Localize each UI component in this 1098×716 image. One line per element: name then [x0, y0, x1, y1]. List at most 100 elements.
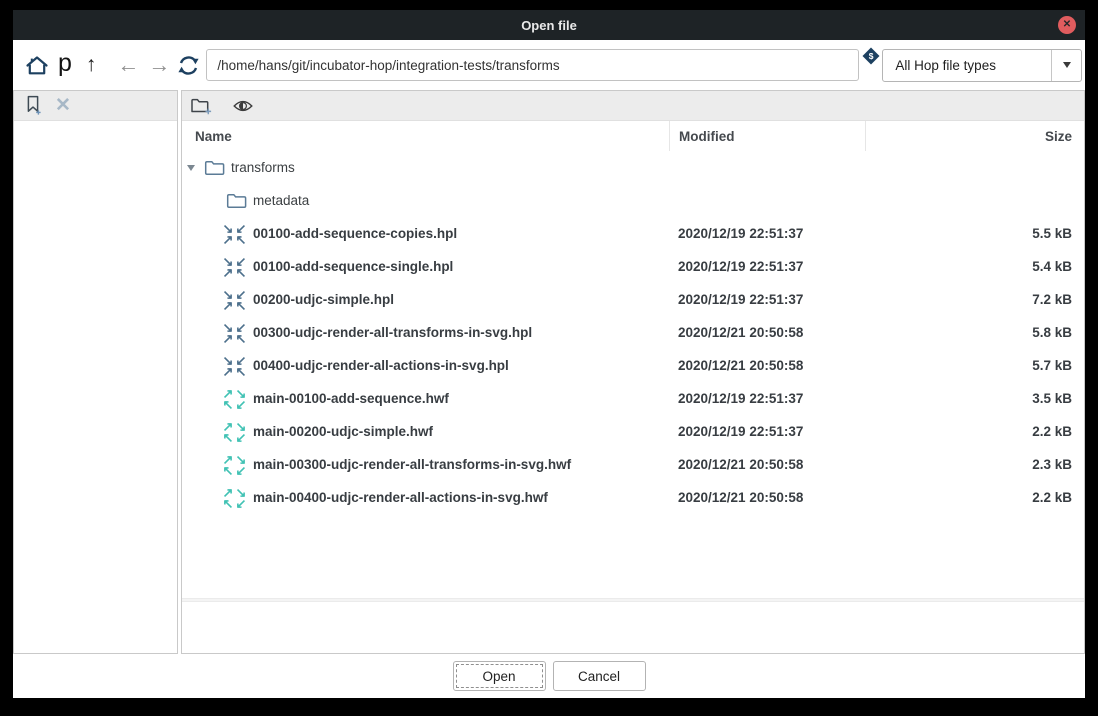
home-icon[interactable]: [25, 55, 49, 76]
file-row[interactable]: ↗↘↖↙ main-00100-add-sequence.hwf 2020/12/1…: [182, 382, 1084, 415]
pipeline-icon: ↘↙↗↖: [221, 289, 247, 311]
column-header-name[interactable]: Name: [182, 121, 669, 151]
pipeline-icon: ↘↙↗↖: [221, 223, 247, 245]
new-folder-icon[interactable]: [190, 96, 213, 116]
close-button[interactable]: ✕: [1058, 16, 1076, 34]
refresh-icon[interactable]: [176, 53, 201, 78]
file-row[interactable]: metadata: [182, 184, 1084, 217]
back-icon[interactable]: ←: [117, 52, 139, 78]
file-modified: 2020/12/19 22:51:37: [669, 292, 865, 307]
dialog-footer: Open Cancel: [13, 654, 1085, 698]
file-size: 7.2 kB: [865, 292, 1084, 307]
file-name: 00200-udjc-simple.hpl: [253, 292, 394, 307]
name-cell: ↗↘↖↙ main-00400-udjc-render-all-actions-i…: [182, 487, 669, 509]
file-modified: 2020/12/21 20:50:58: [669, 457, 865, 472]
open-file-dialog: Open file ✕ p ↑ ← → $: [13, 10, 1085, 698]
name-cell: ↗↘↖↙ main-00200-udjc-simple.hwf: [182, 421, 669, 443]
workflow-icon: ↗↘↖↙: [221, 487, 247, 509]
folder-icon: [204, 159, 225, 176]
chevron-down-icon: [1063, 62, 1071, 68]
name-cell: transforms: [182, 159, 669, 176]
workflow-icon: ↗↘↖↙: [221, 388, 247, 410]
close-icon: ✕: [1063, 20, 1071, 30]
workflow-icon: ↗↘↖↙: [221, 421, 247, 443]
name-cell: ↘↙↗↖ 00400-udjc-render-all-actions-in-svg…: [182, 355, 669, 377]
file-modified: 2020/12/19 22:51:37: [669, 391, 865, 406]
add-bookmark-icon[interactable]: [26, 95, 42, 116]
path-input[interactable]: [206, 49, 859, 81]
project-home-icon[interactable]: p: [58, 49, 72, 78]
name-cell: ↗↘↖↙ main-00100-add-sequence.hwf: [182, 388, 669, 410]
file-row[interactable]: ↘↙↗↖ 00300-udjc-render-all-transforms-in-…: [182, 316, 1084, 349]
file-row[interactable]: ↘↙↗↖ 00400-udjc-render-all-actions-in-svg…: [182, 349, 1084, 382]
folder-icon: [226, 192, 247, 209]
bookmarks-toolbar: ✕: [14, 91, 177, 121]
pipeline-icon: ↘↙↗↖: [221, 355, 247, 377]
titlebar: Open file ✕: [13, 10, 1085, 40]
file-modified: 2020/12/19 22:51:37: [669, 424, 865, 439]
file-name: 00400-udjc-render-all-actions-in-svg.hpl: [253, 358, 509, 373]
name-cell: ↘↙↗↖ 00300-udjc-render-all-transforms-in-…: [182, 322, 669, 344]
file-modified: 2020/12/19 22:51:37: [669, 259, 865, 274]
dropdown-arrow-button[interactable]: [1051, 50, 1081, 81]
file-row[interactable]: ↗↘↖↙ main-00300-udjc-render-all-transform…: [182, 448, 1084, 481]
expander-icon[interactable]: [187, 165, 195, 175]
name-cell: ↘↙↗↖ 00200-udjc-simple.hpl: [182, 289, 669, 311]
dialog-body: ✕: [13, 90, 1085, 654]
file-name: 00100-add-sequence-single.hpl: [253, 259, 453, 274]
file-name: main-00100-add-sequence.hwf: [253, 391, 449, 406]
file-type-selected: All Hop file types: [883, 50, 1051, 81]
file-name: main-00200-udjc-simple.hwf: [253, 424, 433, 439]
file-row[interactable]: ↗↘↖↙ main-00400-udjc-render-all-actions-i…: [182, 481, 1084, 514]
file-name: 00300-udjc-render-all-transforms-in-svg.…: [253, 325, 532, 340]
file-size: 5.8 kB: [865, 325, 1084, 340]
name-cell: metadata: [182, 192, 669, 209]
file-size: 2.2 kB: [865, 490, 1084, 505]
file-name: metadata: [253, 193, 309, 208]
column-headers: Name Modified Size: [182, 121, 1084, 151]
navigation-toolbar: p ↑ ← → $ All Hop file types: [13, 40, 1085, 90]
open-button[interactable]: Open: [453, 661, 546, 691]
name-cell: ↗↘↖↙ main-00300-udjc-render-all-transform…: [182, 454, 669, 476]
workflow-icon: ↗↘↖↙: [221, 454, 247, 476]
file-size: 3.5 kB: [865, 391, 1084, 406]
file-type-dropdown[interactable]: All Hop file types: [882, 49, 1082, 82]
file-size: 5.7 kB: [865, 358, 1084, 373]
file-modified: 2020/12/21 20:50:58: [669, 325, 865, 340]
file-row[interactable]: ↘↙↗↖ 00100-add-sequence-single.hpl 2020/12…: [182, 250, 1084, 283]
file-modified: 2020/12/21 20:50:58: [669, 490, 865, 505]
up-directory-icon[interactable]: ↑: [86, 53, 97, 77]
remove-bookmark-icon[interactable]: ✕: [55, 96, 71, 115]
forward-icon[interactable]: →: [148, 52, 170, 78]
cancel-button[interactable]: Cancel: [553, 661, 646, 691]
file-name: 00100-add-sequence-copies.hpl: [253, 226, 457, 241]
file-name: main-00300-udjc-render-all-transforms-in…: [253, 457, 571, 472]
file-row[interactable]: transforms: [182, 151, 1084, 184]
pipeline-icon: ↘↙↗↖: [221, 256, 247, 278]
file-size: 2.2 kB: [865, 424, 1084, 439]
column-header-modified[interactable]: Modified: [669, 121, 865, 151]
show-hidden-files-icon[interactable]: [233, 99, 253, 113]
column-header-size[interactable]: Size: [865, 121, 1084, 151]
bookmarks-panel: ✕: [13, 90, 178, 654]
window-title: Open file: [521, 18, 577, 33]
file-name: main-00400-udjc-render-all-actions-in-sv…: [253, 490, 548, 505]
file-modified: 2020/12/21 20:50:58: [669, 358, 865, 373]
panel-divider: [182, 598, 1084, 602]
file-rows: transforms metadata ↘↙↗↖ 00100-add-sequence…: [182, 151, 1084, 514]
variable-icon: $: [863, 48, 880, 65]
file-row[interactable]: ↘↙↗↖ 00200-udjc-simple.hpl 2020/12/19 22:5…: [182, 283, 1084, 316]
file-size: 5.4 kB: [865, 259, 1084, 274]
file-size: 2.3 kB: [865, 457, 1084, 472]
file-row[interactable]: ↗↘↖↙ main-00200-udjc-simple.hwf 2020/12/19…: [182, 415, 1084, 448]
pipeline-icon: ↘↙↗↖: [221, 322, 247, 344]
bookmarks-list: [14, 121, 177, 653]
file-modified: 2020/12/19 22:51:37: [669, 226, 865, 241]
file-browser-toolbar: [182, 91, 1084, 121]
name-cell: ↘↙↗↖ 00100-add-sequence-single.hpl: [182, 256, 669, 278]
name-cell: ↘↙↗↖ 00100-add-sequence-copies.hpl: [182, 223, 669, 245]
file-row[interactable]: ↘↙↗↖ 00100-add-sequence-copies.hpl 2020/12…: [182, 217, 1084, 250]
file-browser-panel: Name Modified Size transforms metadata ↘↙↗…: [181, 90, 1085, 654]
file-name: transforms: [231, 160, 295, 175]
file-size: 5.5 kB: [865, 226, 1084, 241]
